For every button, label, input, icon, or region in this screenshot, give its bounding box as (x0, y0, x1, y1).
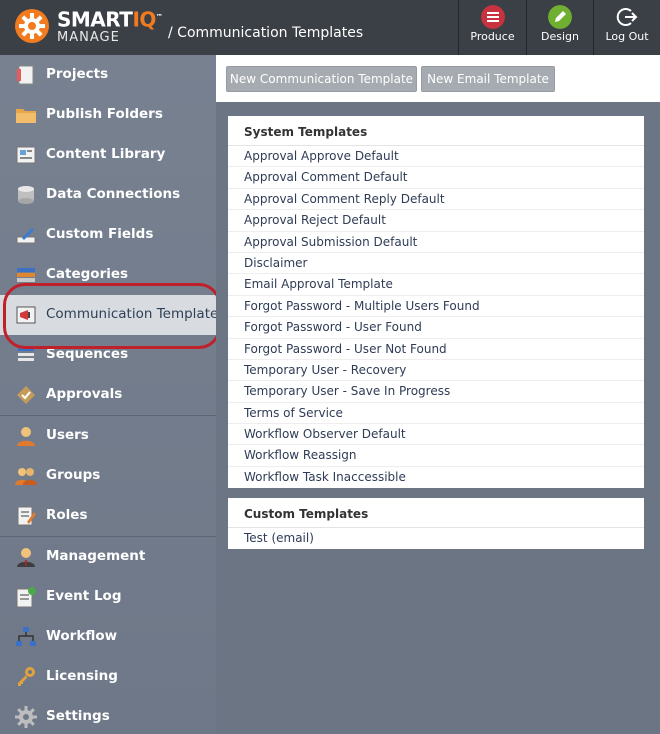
list-item[interactable]: Workflow Task Inaccessible (228, 467, 644, 488)
content-library-icon (16, 146, 36, 164)
sidebar-item-licensing[interactable]: Licensing (0, 657, 216, 697)
list-item[interactable]: Disclaimer (228, 253, 644, 275)
sidebar-item-publish-folders[interactable]: Publish Folders (0, 95, 216, 135)
sidebar-item-users[interactable]: Users (0, 416, 216, 456)
sidebar: Projects Publish Folders Content Library… (0, 55, 225, 734)
sidebar-item-roles[interactable]: Roles (0, 496, 216, 536)
sidebar-item-data-connections[interactable]: Data Connections (0, 175, 216, 215)
gear-icon (15, 706, 37, 728)
list-item[interactable]: Workflow Reassign (228, 445, 644, 467)
sidebar-item-custom-fields[interactable]: Custom Fields (0, 215, 216, 255)
brand-name: SMART (57, 7, 133, 32)
sidebar-item-settings[interactable]: Settings (0, 697, 216, 734)
roles-icon (17, 506, 36, 526)
database-icon (18, 186, 34, 204)
logout-button[interactable]: Log Out (593, 0, 660, 55)
groups-icon (15, 468, 37, 485)
list-item[interactable]: Workflow Observer Default (228, 424, 644, 446)
user-icon (17, 427, 35, 446)
brand-trademark: ™ (155, 13, 163, 21)
list-item[interactable]: Approval Comment Reply Default (228, 189, 644, 211)
logout-icon (616, 8, 638, 26)
sidebar-item-projects[interactable]: Projects (0, 55, 216, 95)
list-item[interactable]: Approval Submission Default (228, 232, 644, 253)
new-email-template-button[interactable]: New Email Template (421, 66, 555, 92)
folder-icon (16, 109, 36, 123)
approvals-icon (17, 386, 35, 404)
system-templates-panel: System Templates Approval Approve Defaul… (228, 116, 644, 489)
logout-label: Log Out (605, 30, 649, 43)
sidebar-item-content-library[interactable]: Content Library (0, 135, 216, 175)
list-item[interactable]: Approval Comment Default (228, 167, 644, 189)
custom-templates-title: Custom Templates (228, 498, 644, 528)
design-button[interactable]: Design (526, 0, 593, 55)
sidebar-item-approvals[interactable]: Approvals (0, 375, 216, 415)
sidebar-item-workflow[interactable]: Workflow (0, 617, 216, 657)
list-item[interactable]: Forgot Password - User Found (228, 317, 644, 339)
sidebar-item-management[interactable]: Management (0, 537, 216, 577)
custom-templates-panel: Custom Templates Test (email) (228, 498, 644, 550)
sidebar-item-event-log[interactable]: Event Log (0, 577, 216, 617)
produce-icon (480, 5, 505, 29)
list-item[interactable]: Terms of Service (228, 403, 644, 425)
list-item[interactable]: Forgot Password - Multiple Users Found (228, 296, 644, 318)
sidebar-item-groups[interactable]: Groups (0, 456, 216, 496)
smartiq-logo-icon (15, 9, 49, 43)
brand-iq: IQ (132, 7, 156, 32)
system-templates-title: System Templates (228, 116, 644, 146)
list-item[interactable]: Test (email) (228, 528, 644, 549)
key-icon (18, 667, 35, 686)
management-icon (17, 548, 35, 567)
list-item[interactable]: Approval Reject Default (228, 210, 644, 232)
custom-templates-list: Test (email) (228, 528, 644, 549)
brand: SMARTIQ™ MANAGE (57, 6, 163, 45)
produce-button[interactable]: Produce (458, 0, 526, 55)
list-item[interactable]: Forgot Password - User Not Found (228, 339, 644, 360)
custom-fields-icon (16, 228, 36, 244)
list-item[interactable]: Temporary User - Save In Progress (228, 381, 644, 403)
projects-icon (17, 65, 34, 85)
app-header: SMARTIQ™ MANAGE / Communication Template… (0, 0, 660, 55)
annotation-highlight-ring (3, 283, 221, 349)
main-content: New Communication Template New Email Tem… (216, 55, 660, 734)
system-templates-list: Approval Approve Default Approval Commen… (228, 146, 644, 488)
toolbar: New Communication Template New Email Tem… (216, 55, 660, 102)
list-item[interactable]: Temporary User - Recovery (228, 360, 644, 382)
new-communication-template-button[interactable]: New Communication Template (226, 66, 417, 92)
design-pencil-icon (548, 5, 572, 29)
list-item[interactable]: Email Approval Template (228, 274, 644, 296)
produce-label: Produce (470, 30, 515, 43)
workflow-icon (16, 627, 36, 646)
list-item[interactable]: Approval Approve Default (228, 146, 644, 168)
design-label: Design (541, 30, 579, 43)
event-log-icon (16, 587, 36, 608)
brand-sub: MANAGE (57, 29, 120, 45)
page-title: / Communication Templates (168, 25, 364, 41)
